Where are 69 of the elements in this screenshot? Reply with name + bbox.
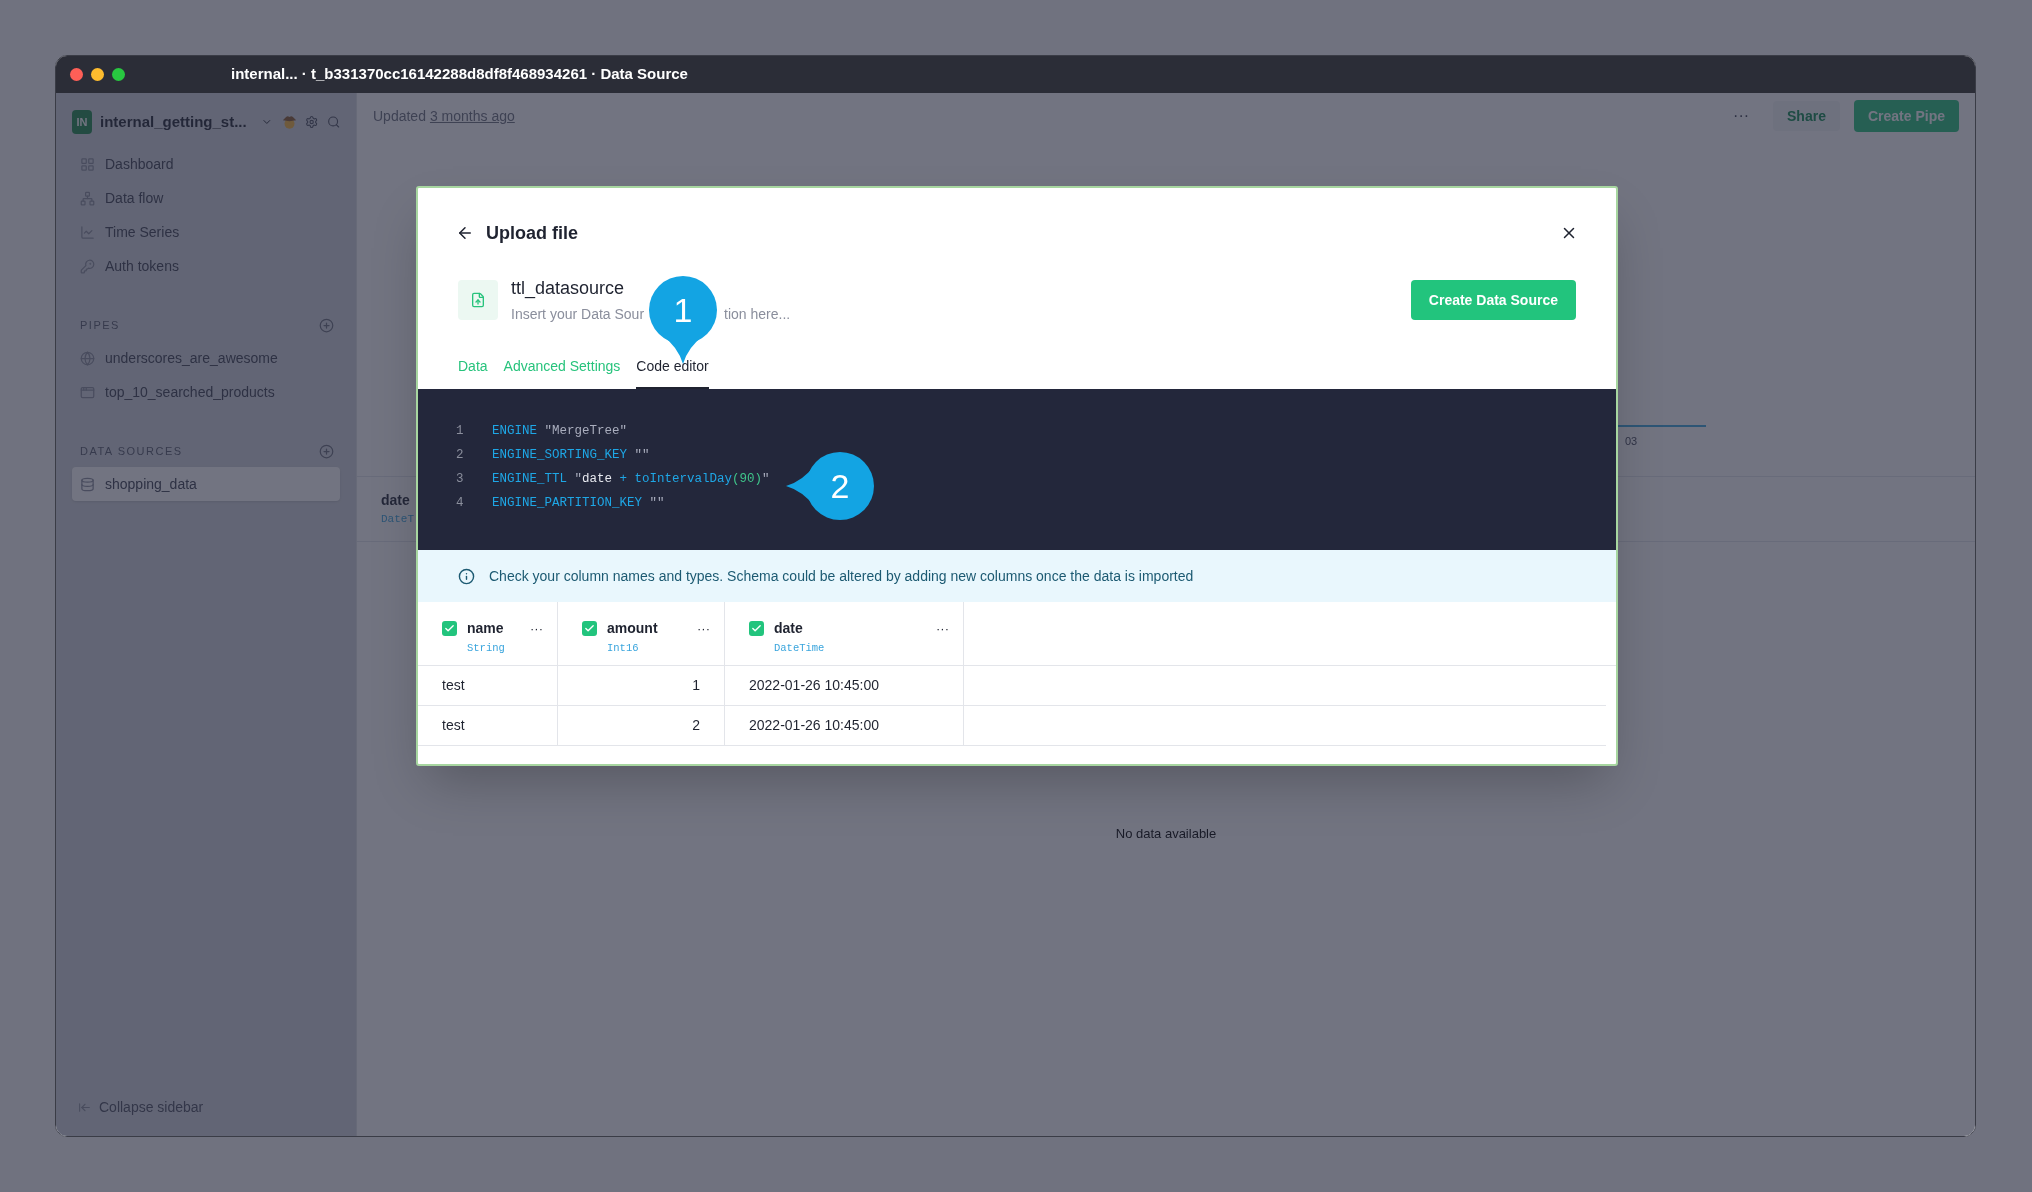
- column-type: DateT: [381, 512, 414, 528]
- add-icon[interactable]: [319, 443, 334, 459]
- zoom-window-icon[interactable]: [112, 68, 125, 81]
- line-number: 4: [456, 494, 465, 512]
- code-line: ENGINE_SORTING_KEY "": [492, 446, 650, 464]
- line-number: 2: [456, 446, 465, 464]
- description-placeholder[interactable]: Insert your Data Sour: [511, 304, 645, 325]
- column-menu-button[interactable]: ···: [697, 618, 710, 639]
- sidebar-item[interactable]: shopping_data: [72, 467, 340, 501]
- key-icon: [80, 258, 95, 274]
- column-header[interactable]: name ··· String: [418, 602, 558, 665]
- hat-icon[interactable]: [282, 113, 298, 131]
- table-cell: test: [418, 706, 558, 745]
- table-cell: 2022-01-26 10:45:00: [725, 706, 964, 745]
- dialog-title: Upload file: [486, 221, 578, 245]
- info-icon: [458, 567, 475, 585]
- empty-state-text: No data available: [1115, 825, 1217, 843]
- column-type: DateTime: [774, 641, 826, 656]
- hierarchy-icon: [80, 190, 95, 206]
- code-line: ENGINE_PARTITION_KEY "": [492, 494, 665, 512]
- minimize-window-icon[interactable]: [91, 68, 104, 81]
- column-menu-button[interactable]: ···: [936, 618, 949, 639]
- column-checkbox[interactable]: [442, 621, 457, 636]
- axis-label: 03: [1625, 434, 1638, 449]
- info-text: Check your column names and types. Schema could be altered by adding new columns once the data is imported: [489, 566, 1194, 586]
- window-icon: [80, 384, 95, 400]
- add-icon[interactable]: [319, 317, 334, 333]
- column-header[interactable]: amount ··· Int16: [558, 602, 725, 665]
- search-icon[interactable]: [326, 114, 340, 130]
- column-checkbox[interactable]: [749, 621, 764, 636]
- column-name: amount: [607, 619, 658, 638]
- description-placeholder[interactable]: tion here...: [724, 304, 791, 325]
- create-pipe-button[interactable]: Create Pipe: [1853, 100, 1959, 132]
- grid-icon: [80, 156, 95, 172]
- column-checkbox[interactable]: [582, 621, 597, 636]
- settings-icon[interactable]: [305, 114, 319, 130]
- globe-icon: [80, 350, 95, 366]
- column-type: String: [467, 641, 506, 656]
- column-name: date: [774, 619, 803, 638]
- line-chart-icon: [80, 224, 95, 240]
- column-name: date: [381, 491, 410, 511]
- collapse-icon: [78, 1101, 91, 1114]
- code-line: ENGINE "MergeTree": [492, 422, 628, 440]
- check-icon: [584, 623, 595, 634]
- window-title: internal... · t_b331370cc16142288d8df8f468934261 · Data Source: [231, 64, 688, 85]
- check-icon: [444, 623, 455, 634]
- code-line: ENGINE_TTL "date + toIntervalDay(90)": [492, 470, 770, 488]
- column-name: name: [467, 619, 504, 638]
- create-data-source-button[interactable]: Create Data Source: [1410, 280, 1576, 320]
- workspace-name[interactable]: internal_getting_st...: [100, 110, 247, 134]
- column-header[interactable]: date ··· DateTime: [725, 602, 964, 665]
- line-number: 3: [456, 470, 465, 488]
- check-icon: [751, 623, 762, 634]
- column-type: Int16: [607, 641, 640, 656]
- table-cell: 1: [558, 666, 725, 705]
- table-cell: test: [418, 666, 558, 705]
- line-number: 1: [456, 422, 465, 440]
- workspace-avatar: IN: [72, 110, 92, 134]
- database-icon: [80, 476, 95, 492]
- more-button[interactable]: ···: [1733, 104, 1750, 128]
- column-menu-button[interactable]: ···: [530, 618, 543, 639]
- table-cell: 2022-01-26 10:45:00: [725, 666, 964, 705]
- tab[interactable]: Data: [458, 356, 488, 389]
- tab[interactable]: Advanced Settings: [503, 356, 621, 389]
- close-window-icon[interactable]: [70, 68, 83, 81]
- file-upload-icon: [458, 280, 498, 320]
- table-cell: 2: [558, 706, 725, 745]
- share-button[interactable]: Share: [1773, 101, 1840, 131]
- back-icon[interactable]: [456, 224, 474, 242]
